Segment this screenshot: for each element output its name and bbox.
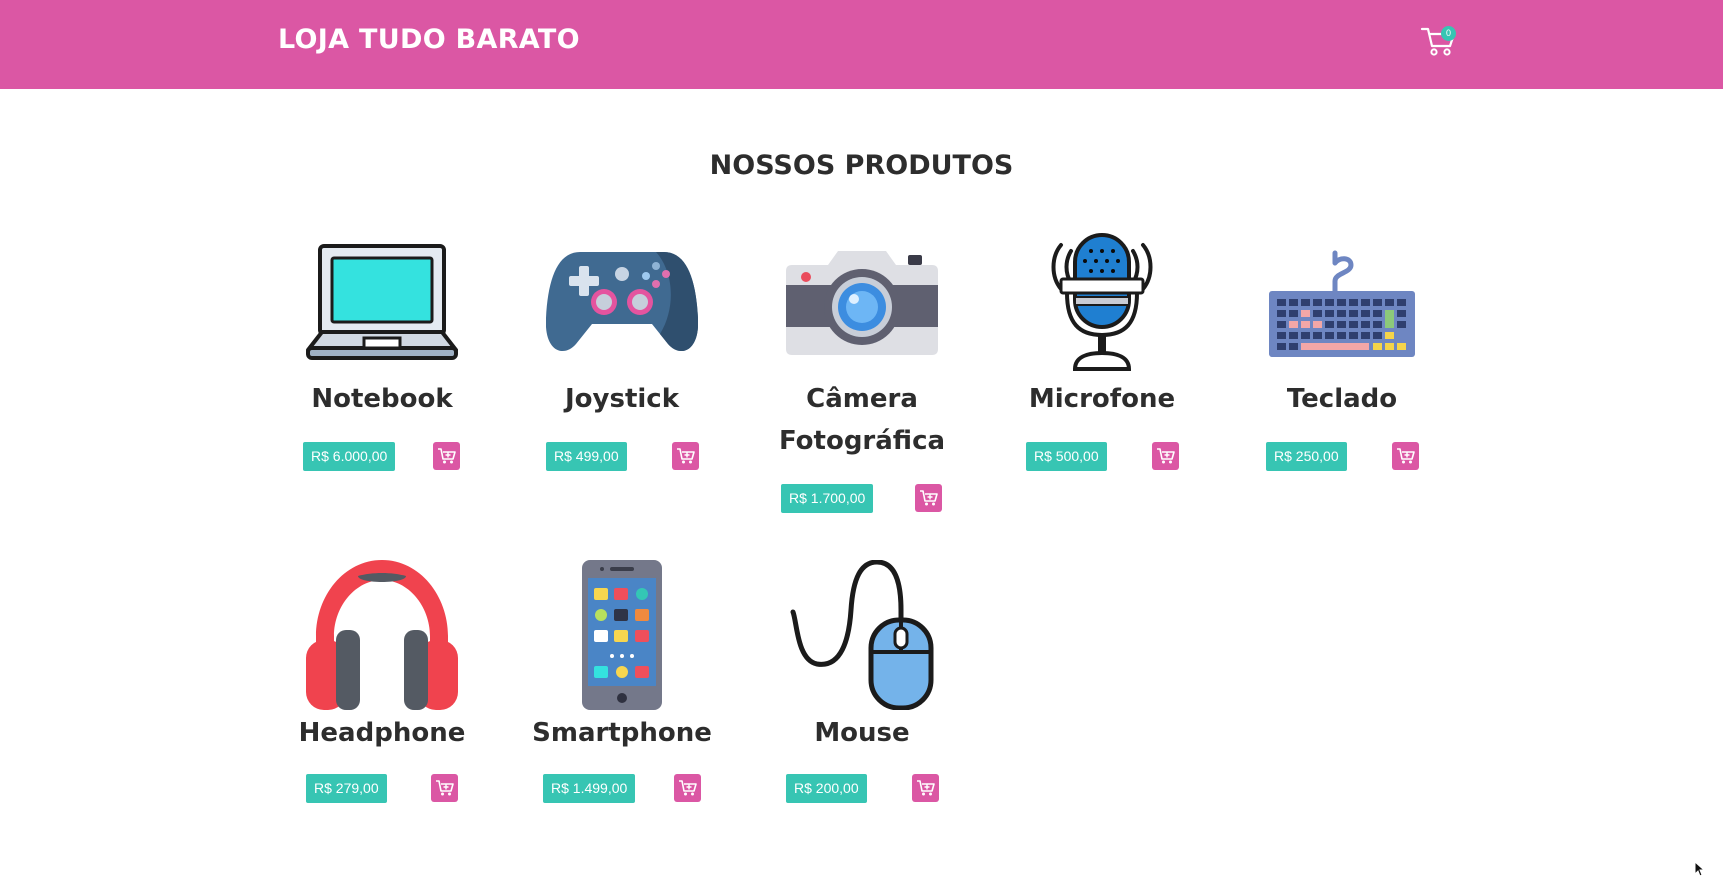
product-name: Microfone <box>1028 384 1176 414</box>
camera-icon <box>742 228 982 378</box>
add-cart-icon <box>1396 448 1415 464</box>
headphone-icon <box>262 560 502 710</box>
brand-logo[interactable]: LOJA TUDO BARATO <box>278 24 580 55</box>
product-name: Teclado <box>1286 384 1398 414</box>
add-cart-icon <box>916 780 935 796</box>
add-to-cart-button[interactable] <box>431 774 458 802</box>
product-name: Smartphone <box>532 718 712 748</box>
add-to-cart-button[interactable] <box>1392 442 1419 470</box>
laptop-icon <box>262 228 502 378</box>
mouse-cursor-icon <box>1694 861 1706 877</box>
add-cart-icon <box>676 448 695 464</box>
product-price: R$ 279,00 <box>306 774 387 803</box>
product-name: Joystick <box>564 384 679 414</box>
cart-count-badge: 0 <box>1441 26 1456 41</box>
add-cart-icon <box>678 780 697 796</box>
add-to-cart-button[interactable] <box>1152 442 1179 470</box>
microphone-icon <box>982 228 1222 378</box>
product-name: Headphone <box>298 718 466 748</box>
keyboard-icon <box>1222 228 1462 378</box>
add-to-cart-button[interactable] <box>433 442 460 470</box>
mouse-icon <box>742 560 982 710</box>
product-name: Notebook <box>311 384 453 414</box>
product-price: R$ 1.700,00 <box>781 484 874 513</box>
add-cart-icon <box>1156 448 1175 464</box>
add-cart-icon <box>437 448 456 464</box>
add-to-cart-button[interactable] <box>915 484 942 512</box>
product-price: R$ 250,00 <box>1266 442 1347 471</box>
product-price: R$ 200,00 <box>786 774 867 803</box>
add-to-cart-button[interactable] <box>672 442 699 470</box>
add-cart-icon <box>435 780 454 796</box>
gamepad-icon <box>502 228 742 378</box>
product-price: R$ 499,00 <box>546 442 627 471</box>
product-name: Mouse <box>814 718 910 748</box>
product-price: R$ 1.499,00 <box>543 774 636 803</box>
page-title: NOSSOS PRODUTOS <box>709 150 1014 181</box>
product-price: R$ 6.000,00 <box>303 442 396 471</box>
smartphone-icon <box>502 560 742 710</box>
product-price: R$ 500,00 <box>1026 442 1107 471</box>
add-cart-icon <box>919 490 938 506</box>
add-to-cart-button[interactable] <box>912 774 939 802</box>
top-navbar: LOJA TUDO BARATO 0 <box>0 0 1723 89</box>
add-to-cart-button[interactable] <box>674 774 701 802</box>
product-name: Câmera Fotográfica <box>778 384 946 456</box>
